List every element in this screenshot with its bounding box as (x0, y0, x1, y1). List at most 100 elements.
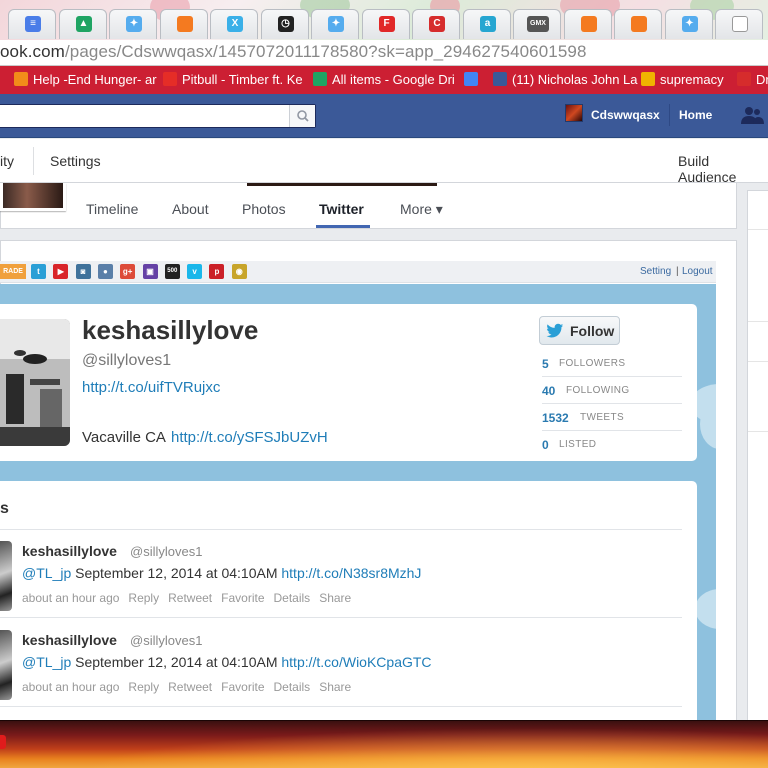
address-bar[interactable]: ook.com/pages/Cdswwqasx/1457072011178580… (0, 40, 768, 66)
tweet-action-share[interactable]: Share (319, 591, 351, 605)
browser-tab[interactable] (159, 9, 208, 39)
tweet-author-name[interactable]: keshasillylove (22, 543, 117, 559)
twitter-bird-icon (546, 323, 564, 338)
500px-icon[interactable]: 500 (164, 264, 180, 279)
sidebar-divider (748, 321, 768, 322)
tab-more[interactable]: More ▾ (400, 201, 443, 218)
browser-tab[interactable]: ✦ (311, 9, 359, 39)
user-name-link[interactable]: Cdswwqasx (591, 108, 660, 122)
bookmark-item[interactable] (464, 71, 483, 89)
tweet-author-handle[interactable]: @sillyloves1 (130, 544, 202, 559)
facebook-icon (493, 72, 507, 86)
bookmark-label: Dr (756, 72, 768, 87)
profile-stat-tweets[interactable]: 1532 TWEETS (542, 405, 682, 431)
tweet-action-favorite[interactable]: Favorite (221, 680, 264, 694)
bookmark-item[interactable]: (11) Nicholas John La (493, 71, 638, 89)
bookmark-item[interactable]: Help -End Hunger- ar (14, 71, 157, 89)
browser-tab[interactable]: ≡ (8, 9, 56, 39)
profile-stat-following[interactable]: 40 FOLLOWING (542, 378, 682, 404)
browser-tab[interactable]: ✦ (109, 9, 157, 39)
profile-stat-followers[interactable]: 5 FOLLOWERS (542, 351, 682, 377)
camera-icon[interactable]: ◉ (231, 264, 247, 279)
bookmark-label: All items - Google Dri (332, 72, 455, 87)
browser-tab[interactable]: GMX (513, 9, 561, 39)
tweet-mention-link[interactable]: @TL_jp (22, 565, 71, 581)
tab-about[interactable]: About (172, 201, 209, 217)
google-plus-icon[interactable]: g+ (120, 264, 136, 279)
right-sidebar (747, 190, 768, 730)
admin-divider (33, 147, 34, 175)
stat-value: 40 (542, 384, 556, 398)
orange-square-icon (631, 16, 647, 32)
browser-tab[interactable]: ✦ (664, 9, 713, 39)
bookmark-item[interactable]: Dr (737, 71, 768, 89)
tweet-action-retweet[interactable]: Retweet (168, 680, 212, 694)
blank-page-icon (732, 16, 748, 32)
search-input[interactable] (0, 104, 316, 128)
browser-tab[interactable]: ◷ (260, 9, 309, 39)
tweet-url-link[interactable]: http://t.co/WioKCpaGTC (281, 654, 431, 670)
trade-badge[interactable]: RADE (0, 264, 26, 279)
tweet-author-handle[interactable]: @sillyloves1 (130, 633, 202, 648)
profile-picture[interactable] (0, 183, 66, 211)
profile-website-link[interactable]: http://t.co/uifTVRujxc (82, 379, 220, 396)
browser-tab[interactable]: ▲ (58, 9, 107, 39)
stat-value: 0 (542, 438, 549, 452)
tweet-avatar[interactable] (0, 541, 12, 611)
tweet-mention-link[interactable]: @TL_jp (22, 654, 71, 670)
vimeo-icon[interactable]: v (187, 264, 203, 279)
profile-stat-listed[interactable]: 0 LISTED (542, 432, 682, 458)
twitter-icon: ✦ (126, 16, 142, 32)
tweet-url-link[interactable]: http://t.co/N38sr8MzhJ (281, 565, 421, 581)
tweet-action-share[interactable]: Share (319, 680, 351, 694)
url-text[interactable]: ook.com/pages/Cdswwqasx/1457072011178580… (0, 42, 587, 62)
browser-tab[interactable] (715, 9, 763, 39)
twitch-icon[interactable]: ▣ (142, 264, 158, 279)
pinterest-icon[interactable]: p (209, 264, 225, 279)
sidebar-divider (748, 361, 768, 362)
taskbar-app-icon[interactable] (0, 735, 6, 749)
browser-tab[interactable]: C (412, 9, 460, 39)
browser-tab-strip: ≡ ▲ ✦ X ◷ ✦ F Ca GMX ✦ (0, 0, 768, 40)
tweet-action-details[interactable]: Details (274, 680, 311, 694)
tab-twitter[interactable]: Twitter (319, 201, 364, 217)
tweet-action-details[interactable]: Details (274, 591, 311, 605)
tweet-action-reply[interactable]: Reply (128, 591, 159, 605)
flickr-icon[interactable]: ● (97, 264, 113, 279)
tweet-author-name[interactable]: keshasillylove (22, 632, 117, 648)
home-link[interactable]: Home (679, 108, 712, 122)
browser-tab[interactable]: a (462, 9, 511, 39)
tweet-action-favorite[interactable]: Favorite (221, 591, 264, 605)
setting-link[interactable]: Setting (640, 266, 671, 277)
tab-timeline[interactable]: Timeline (86, 201, 138, 217)
browser-tab[interactable] (563, 9, 612, 39)
tweet-avatar[interactable] (0, 630, 12, 700)
flipboard-icon: F (378, 16, 395, 32)
tab-photos[interactable]: Photos (242, 201, 286, 217)
browser-tab[interactable]: F (361, 9, 410, 39)
user-avatar[interactable] (565, 104, 583, 122)
youtube-icon[interactable]: ▶ (53, 264, 69, 279)
logout-link[interactable]: Logout (682, 266, 713, 277)
activity-tab[interactable]: ity (0, 153, 14, 169)
follow-button[interactable]: Follow (539, 316, 620, 345)
browser-tab[interactable]: X (210, 9, 258, 39)
bookmark-item[interactable]: Pitbull - Timber ft. Ke (163, 71, 303, 89)
friend-requests-icon[interactable] (740, 106, 764, 124)
bookmark-item[interactable]: All items - Google Dri (313, 71, 455, 89)
tweet-action-retweet[interactable]: Retweet (168, 591, 212, 605)
settings-tab[interactable]: Settings (50, 153, 101, 169)
build-audience-menu[interactable]: Build Audience (678, 153, 768, 185)
twitter-icon[interactable]: t (31, 264, 46, 279)
search-button[interactable] (289, 105, 315, 127)
location-link[interactable]: http://t.co/ySFSJbUZvH (171, 429, 328, 446)
profile-handle: @sillyloves1 (82, 352, 172, 369)
tweet-timestamp[interactable]: about an hour ago (22, 591, 119, 605)
instagram-icon[interactable]: ◙ (75, 264, 91, 279)
tweet-timestamp[interactable]: about an hour ago (22, 680, 119, 694)
bookmark-item[interactable]: supremacy (641, 71, 724, 89)
browser-tab[interactable] (614, 9, 662, 39)
tweet-action-reply[interactable]: Reply (128, 680, 159, 694)
stat-value: 5 (542, 357, 549, 371)
twitter-icon: ✦ (328, 16, 344, 32)
